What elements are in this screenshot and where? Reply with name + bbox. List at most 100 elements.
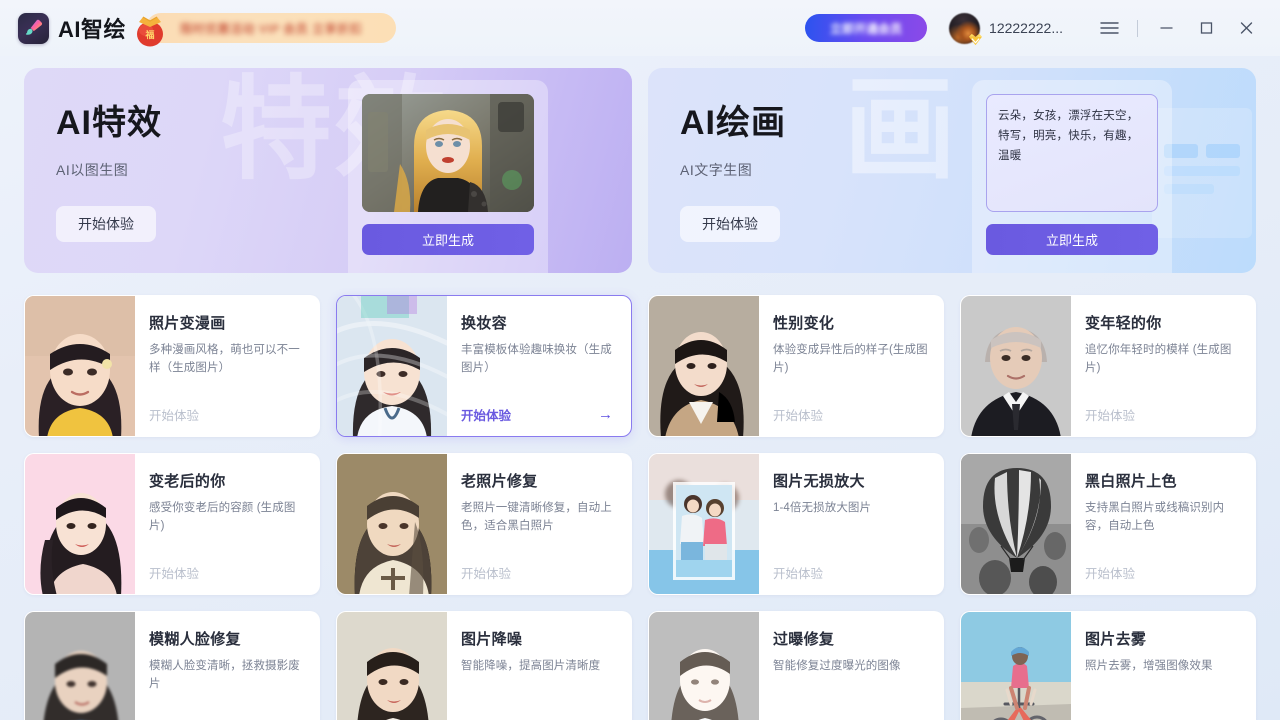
main-content: 特效 AI特效 AI以图生图 开始体验 立即生成 画 AI绘画 AI文字生图 开… [0,56,1280,720]
account-area[interactable]: 12222222... [949,12,1063,45]
maximize-icon[interactable] [1186,11,1226,45]
app-brand: AI智绘 [18,12,126,44]
card-title: 照片变漫画 [149,315,226,332]
card-description: 追忆你年轻时的模样 (生成图片) [1085,344,1232,375]
card-body: 老照片修复 老照片一键清晰修复，自动上色，适合黑白照片 开始体验 [447,454,631,594]
titlebar-divider [1137,19,1138,37]
promo-text: 限时优惠活动 VIP 会员 立享折扣 [180,21,363,36]
hero-preview-image-warrior-girl [362,94,534,212]
card-action-label[interactable]: 开始体验 [773,405,823,424]
card-footer: 开始体验 → [461,405,619,424]
hero-start-button-effects[interactable]: 开始体验 [56,206,156,242]
card-thumbnail-woman-yellow-top [25,296,135,436]
card-description: 1-4倍无损放大图片 [773,502,872,514]
card-title: 换妆容 [461,315,507,332]
card-body: 变年轻的你 追忆你年轻时的模样 (生成图片) 开始体验 [1071,296,1255,436]
card-description: 智能降噪，提高图片清晰度 [461,660,601,672]
card-body: 黑白照片上色 支持黑白照片或线稿识别内容，自动上色 开始体验 [1071,454,1255,594]
feature-card-makeup-swap[interactable]: 换妆容 丰富模板体验趣味换妆（生成图片） 开始体验 → [336,295,632,437]
arrow-right-icon[interactable]: → [598,406,619,423]
feature-card-old-photo-restore[interactable]: 老照片修复 老照片一键清晰修复，自动上色，适合黑白照片 开始体验 [336,453,632,595]
card-title: 老照片修复 [461,473,538,490]
card-title: 过曝修复 [773,631,835,648]
svg-text:福: 福 [145,29,155,40]
card-body: 图片降噪 智能降噪，提高图片清晰度 开始体验 [447,612,631,720]
avatar[interactable] [949,12,983,45]
hero-title-effects: AI特效 [56,104,162,142]
card-thumbnail-cyclist-hazy-road [961,612,1071,720]
card-action-label[interactable]: 开始体验 [461,563,511,582]
card-thumbnail-woman-pink-bg [25,454,135,594]
hero-subtitle-effects: AI以图生图 [56,162,129,178]
prompt-textarea[interactable]: 云朵，女孩，漂浮在天空，特写，明亮，快乐，有趣，温暖 [986,94,1158,212]
card-footer: 开始体验 [149,563,307,582]
feature-card-older-you[interactable]: 变老后的你 感受你变老后的容颜 (生成图片) 开始体验 [24,453,320,595]
hero-generate-button-effects[interactable]: 立即生成 [362,224,534,255]
minimize-icon[interactable] [1146,11,1186,45]
card-description: 照片去雾，增强图像效果 [1085,660,1213,672]
card-body: 变老后的你 感受你变老后的容颜 (生成图片) 开始体验 [135,454,319,594]
card-body: 性别变化 体验变成异性后的样子(生成图片) 开始体验 [759,296,943,436]
feature-card-overexposure-repair[interactable]: 过曝修复 智能修复过度曝光的图像 开始体验 [648,611,944,720]
card-title: 图片去雾 [1085,631,1147,648]
hero-preview-panel-effects: 立即生成 [348,80,548,273]
feature-card-dehaze[interactable]: 图片去雾 照片去雾，增强图像效果 开始体验 [960,611,1256,720]
card-body: 换妆容 丰富模板体验趣味换妆（生成图片） 开始体验 → [447,296,631,436]
hero-start-button-painting[interactable]: 开始体验 [680,206,780,242]
close-icon[interactable] [1226,11,1266,45]
promo-banner[interactable]: 福 限时优惠活动 VIP 会员 立享折扣 [137,13,397,47]
username-label: 12222222... [989,20,1063,36]
card-body: 模糊人脸修复 模糊人脸变清晰，拯救摄影废片 开始体验 [135,612,319,720]
card-action-label[interactable]: 开始体验 [773,563,823,582]
card-description: 体验变成异性后的样子(生成图片) [773,344,928,375]
card-title: 模糊人脸修复 [149,631,241,648]
feature-card-bw-colorize[interactable]: 黑白照片上色 支持黑白照片或线稿识别内容，自动上色 开始体验 [960,453,1256,595]
card-thumbnail-elderly-man-suit [961,296,1071,436]
card-action-label[interactable]: 开始体验 [149,405,199,424]
card-description: 丰富模板体验趣味换妆（生成图片） [461,344,612,375]
card-title: 变老后的你 [149,473,226,490]
card-action-label[interactable]: 开始体验 [1085,563,1135,582]
card-title: 变年轻的你 [1085,315,1162,332]
card-description: 智能修复过度曝光的图像 [773,660,901,672]
hero-prompt-panel-painting: 云朵，女孩，漂浮在天空，特写，明亮，快乐，有趣，温暖 立即生成 [972,80,1172,273]
card-body: 图片去雾 照片去雾，增强图像效果 开始体验 [1071,612,1255,720]
card-body: 过曝修复 智能修复过度曝光的图像 开始体验 [759,612,943,720]
hero-banner-ai-effects[interactable]: 特效 AI特效 AI以图生图 开始体验 立即生成 [24,68,632,273]
lucky-bag-icon: 福 [137,16,164,47]
feature-card-lossless-upscale[interactable]: 图片无损放大 1-4倍无损放大图片 开始体验 [648,453,944,595]
upgrade-membership-button[interactable]: 立即开通会员 [805,14,928,42]
feature-card-younger-you[interactable]: 变年轻的你 追忆你年轻时的模样 (生成图片) 开始体验 [960,295,1256,437]
card-description: 感受你变老后的容颜 (生成图片) [149,502,296,533]
hero-title-painting: AI绘画 [680,104,786,142]
hero-banner-ai-painting[interactable]: 画 AI绘画 AI文字生图 开始体验 云朵，女孩，漂浮在天空，特写，明亮，快乐，… [648,68,1256,273]
card-action-label[interactable]: 开始体验 [461,405,511,424]
card-thumbnail-blurry-woman-gray [25,612,135,720]
feature-card-photo-to-anime[interactable]: 照片变漫画 多种漫画风格，萌也可以不一样（生成图片） 开始体验 [24,295,320,437]
card-footer: 开始体验 [773,563,931,582]
hamburger-menu-icon[interactable] [1089,11,1129,45]
card-action-label[interactable]: 开始体验 [1085,405,1135,424]
card-body: 图片无损放大 1-4倍无损放大图片 开始体验 [759,454,943,594]
paintbrush-logo-icon [18,12,49,44]
card-thumbnail-two-girls-blue [649,454,759,594]
card-footer: 开始体验 [1085,563,1243,582]
hero-generate-button-painting[interactable]: 立即生成 [986,224,1158,255]
card-description: 老照片一键清晰修复，自动上色，适合黑白照片 [461,502,612,533]
card-footer: 开始体验 [1085,405,1243,424]
card-footer: 开始体验 [461,563,619,582]
card-thumbnail-woman-beige-blazer [649,296,759,436]
card-thumbnail-hot-air-balloon-bw [961,454,1071,594]
card-title: 性别变化 [773,315,835,332]
upgrade-membership-label: 立即开通会员 [830,21,903,36]
card-description: 支持黑白照片或线稿识别内容，自动上色 [1085,502,1225,533]
hero-subtitle-painting: AI文字生图 [680,162,753,178]
card-body: 照片变漫画 多种漫画风格，萌也可以不一样（生成图片） 开始体验 [135,296,319,436]
feature-card-denoise[interactable]: 图片降噪 智能降噪，提高图片清晰度 开始体验 [336,611,632,720]
card-thumbnail-woman-doctor-streaks [337,296,447,436]
card-footer: 开始体验 [149,405,307,424]
title-bar: AI智绘 福 限时优惠活动 VIP 会员 立享折扣 立即开通会员 1222222… [0,0,1280,56]
feature-card-gender-swap[interactable]: 性别变化 体验变成异性后的样子(生成图片) 开始体验 [648,295,944,437]
card-action-label[interactable]: 开始体验 [149,563,199,582]
feature-card-blurry-face-restore[interactable]: 模糊人脸修复 模糊人脸变清晰，拯救摄影废片 开始体验 [24,611,320,720]
